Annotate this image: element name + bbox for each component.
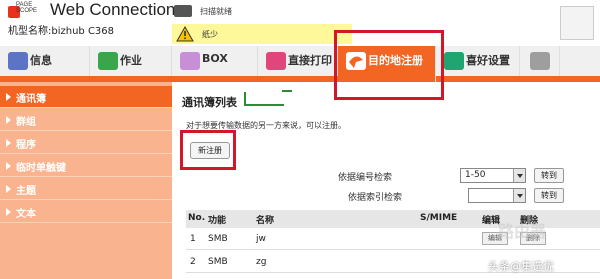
- go-button-number[interactable]: 转到: [534, 168, 564, 183]
- sidebar-item-label: 通讯簿: [16, 94, 46, 105]
- tab-favorite-settings[interactable]: 喜好设置: [436, 46, 520, 76]
- tab-label: 信息: [30, 54, 52, 67]
- search-by-index-label: 依据索引检索: [348, 193, 403, 203]
- cell-function: SMB: [208, 234, 228, 244]
- column-header-name: 名称: [256, 216, 275, 226]
- tab-label: 作业: [120, 54, 142, 67]
- search-by-number-row: 依据编号检索 1-50 转到: [172, 168, 600, 184]
- arrow-right-icon: [6, 208, 11, 216]
- paper-warning-text: 纸少: [202, 30, 218, 39]
- box-icon: [180, 52, 200, 70]
- job-icon: [98, 52, 118, 70]
- scan-status: 扫描就绪: [172, 3, 352, 19]
- tab-job[interactable]: 作业: [90, 46, 172, 76]
- main-tab-bar: 信息 作业 BOX 直接打印 目的地注册 喜好设置: [0, 46, 600, 82]
- tab-label: BOX: [202, 52, 228, 65]
- sidebar-item-text[interactable]: 文本: [0, 201, 172, 223]
- logo-small-text: PAGE SCOPE: [16, 2, 38, 14]
- app-title: Web Connection: [50, 0, 176, 19]
- search-by-number-label: 依据编号检索: [338, 173, 393, 183]
- number-range-select[interactable]: 1-50: [460, 168, 526, 183]
- cell-name: zg: [256, 257, 267, 267]
- sidebar-item-label: 程序: [16, 140, 36, 151]
- cell-function: SMB: [208, 257, 228, 267]
- annotation-bracket-end: [282, 90, 292, 96]
- header-utility-icon[interactable]: [560, 6, 594, 40]
- cell-no: 1: [190, 234, 196, 244]
- cell-no: 2: [190, 257, 196, 267]
- highlight-new-button: [180, 130, 236, 170]
- arrow-right-icon: [6, 93, 11, 101]
- header: PAGE SCOPE Web Connection 机型名称:bizhub C3…: [0, 0, 600, 44]
- column-header-no: No.: [188, 213, 206, 223]
- arrow-right-icon: [6, 162, 11, 170]
- watermark-text: 头条@集选优: [488, 260, 554, 273]
- tab-more[interactable]: [520, 46, 560, 76]
- sidebar-item-address-book[interactable]: 通讯簿: [0, 86, 172, 108]
- sidebar-item-program[interactable]: 程序: [0, 132, 172, 154]
- highlight-destination-tab: [334, 30, 444, 100]
- tab-info[interactable]: 信息: [0, 46, 90, 76]
- arrow-right-icon: [6, 116, 11, 124]
- search-by-index-row: 依据索引检索 转到: [172, 188, 600, 204]
- chevron-down-icon[interactable]: [513, 169, 525, 182]
- scanner-icon: [174, 5, 192, 17]
- tab-box[interactable]: BOX: [172, 46, 258, 76]
- arrow-right-icon: [6, 185, 11, 193]
- paper-warning[interactable]: 纸少: [172, 24, 352, 44]
- sidebar-item-label: 群组: [16, 117, 36, 128]
- sidebar-item-temp-one-touch[interactable]: 临时单触键: [0, 155, 172, 177]
- watermark-logo: 路由器: [498, 222, 547, 241]
- sidebar-item-label: 临时单触键: [16, 163, 66, 174]
- annotation-bracket: [244, 92, 284, 106]
- tab-label: 直接打印: [288, 54, 332, 67]
- arrow-right-icon: [6, 139, 11, 147]
- column-header-function: 功能: [208, 216, 227, 226]
- tab-label: 喜好设置: [466, 54, 510, 67]
- index-select[interactable]: [468, 188, 526, 203]
- sidebar-item-group[interactable]: 群组: [0, 109, 172, 131]
- favorite-settings-icon: [444, 52, 464, 70]
- sidebar-item-label: 文本: [16, 209, 36, 220]
- go-button-index[interactable]: 转到: [534, 188, 564, 203]
- sidebar-item-subject[interactable]: 主题: [0, 178, 172, 200]
- column-header-smime: S/MIME: [420, 213, 458, 223]
- sidebar: 通讯簿 群组 程序 临时单触键 主题 文本: [0, 82, 172, 279]
- print-icon: [266, 52, 286, 70]
- info-icon: [8, 52, 28, 70]
- cell-name: jw: [256, 234, 266, 244]
- number-range-value: 1-50: [465, 170, 486, 180]
- scan-status-text: 扫描就绪: [200, 7, 232, 16]
- page-title: 通讯簿列表: [182, 96, 237, 109]
- tab-direct-print[interactable]: 直接打印: [258, 46, 338, 76]
- chevron-down-icon[interactable]: [513, 189, 525, 202]
- sidebar-item-label: 主题: [16, 186, 36, 197]
- settings-icon: [530, 52, 550, 70]
- warning-icon: [176, 25, 194, 42]
- model-name: 机型名称:bizhub C368: [8, 26, 115, 37]
